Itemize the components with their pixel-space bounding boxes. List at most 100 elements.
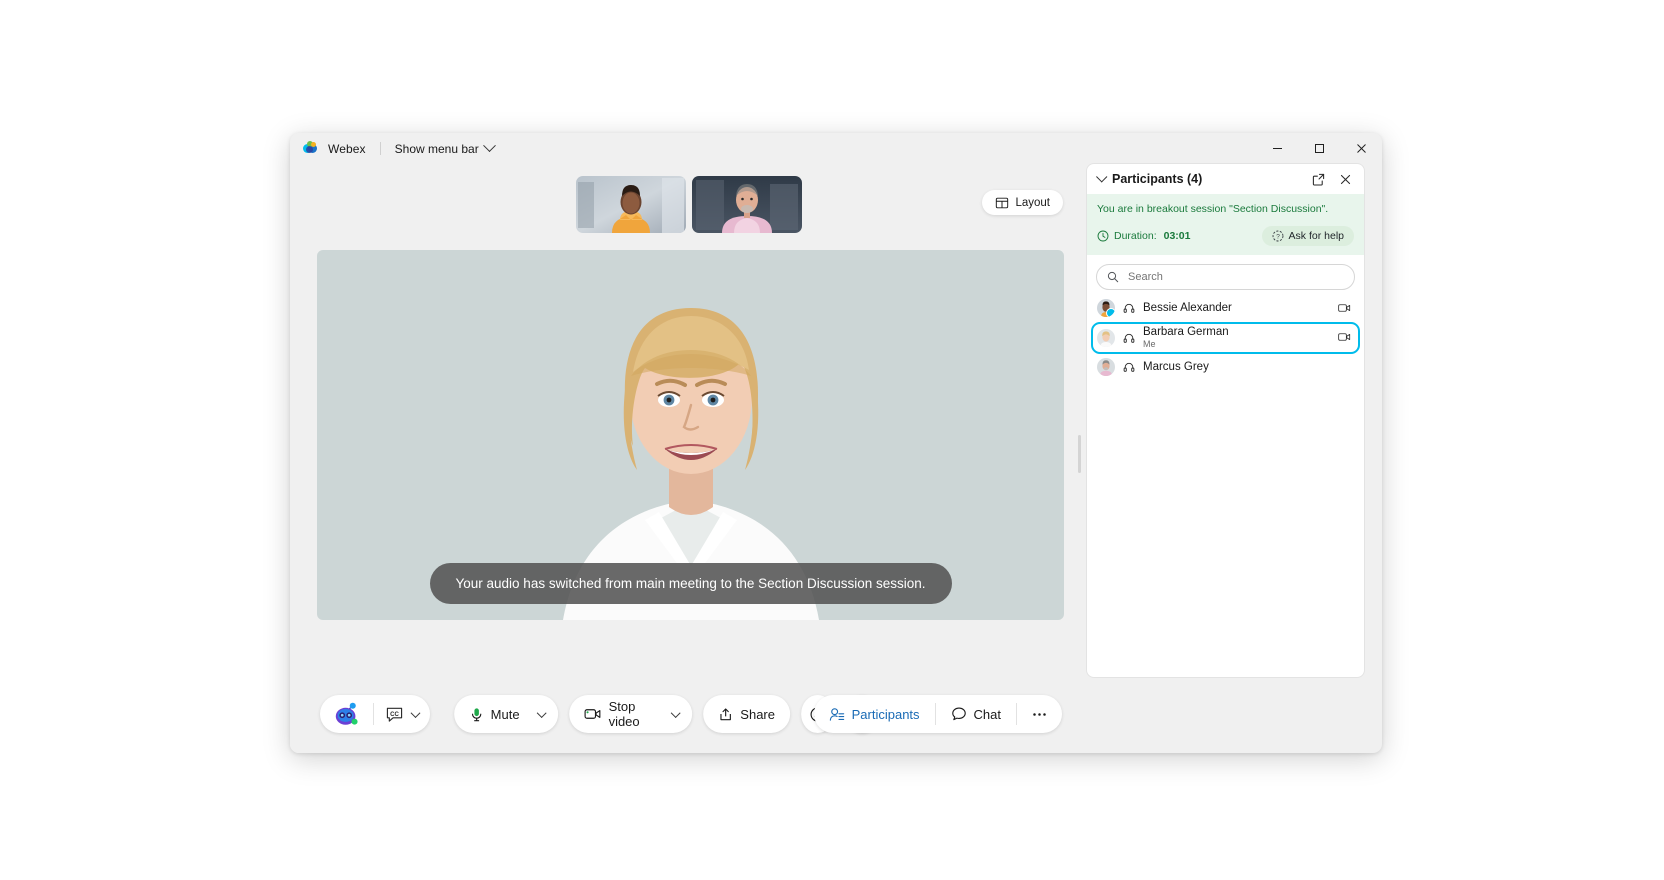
ask-for-help-label: Ask for help bbox=[1288, 229, 1344, 242]
participant-filmstrip bbox=[290, 164, 1087, 242]
stop-video-button[interactable]: Stop video bbox=[570, 695, 669, 733]
app-title: Webex bbox=[328, 141, 366, 156]
assistant-toolbar-group: CC bbox=[320, 695, 430, 733]
help-icon: ? bbox=[1272, 230, 1284, 242]
participants-icon bbox=[829, 707, 845, 722]
active-speaker-video[interactable]: Your audio has switched from main meetin… bbox=[317, 250, 1064, 620]
share-label: Share bbox=[740, 706, 775, 722]
participant-row-marcus-grey[interactable]: Marcus Grey bbox=[1091, 355, 1360, 380]
stop-video-label: Stop video bbox=[608, 699, 640, 729]
ask-for-help-button[interactable]: ? Ask for help bbox=[1261, 225, 1354, 246]
participant-names: Marcus Grey bbox=[1143, 361, 1351, 374]
minimize-button[interactable] bbox=[1256, 133, 1298, 164]
participants-panel-header: Participants (4) bbox=[1087, 164, 1364, 194]
mute-pill: Mute bbox=[453, 695, 559, 733]
participant-row-barbara-german[interactable]: Barbara German Me bbox=[1091, 321, 1360, 354]
window-controls bbox=[1256, 133, 1382, 164]
svg-text:CC: CC bbox=[390, 711, 399, 717]
participant-row-bessie-alexander[interactable]: Bessie Alexander bbox=[1091, 296, 1360, 321]
participants-button[interactable]: Participants bbox=[814, 695, 935, 733]
mute-button[interactable]: Mute bbox=[454, 695, 535, 733]
maximize-button[interactable] bbox=[1298, 133, 1340, 164]
participant-names: Bessie Alexander bbox=[1143, 302, 1330, 315]
breakout-duration: Duration: 03:01 bbox=[1097, 230, 1262, 242]
status-badge bbox=[1106, 308, 1115, 318]
headset-icon bbox=[1123, 302, 1135, 314]
meeting-toolbar: CC Mute Stop video Share Participants Ch… bbox=[290, 677, 1087, 753]
show-menu-bar-label: Show menu bar bbox=[394, 141, 479, 156]
search-icon bbox=[1107, 271, 1119, 283]
share-screen-icon bbox=[718, 707, 733, 722]
chat-button[interactable]: Chat bbox=[936, 695, 1016, 733]
layout-label: Layout bbox=[1015, 196, 1050, 209]
webex-logo-icon bbox=[303, 141, 318, 156]
video-pill: Stop video bbox=[569, 695, 693, 733]
meeting-stage: Layout Your audio has switched from main… bbox=[290, 164, 1087, 753]
assistant-pill: CC bbox=[320, 695, 430, 733]
assistant-button[interactable] bbox=[320, 695, 373, 733]
mute-label: Mute bbox=[490, 706, 520, 722]
panel-close-button[interactable] bbox=[1335, 169, 1355, 189]
video-options-button[interactable] bbox=[668, 695, 692, 733]
layout-button[interactable]: Layout bbox=[982, 190, 1063, 215]
participant-subtitle: Me bbox=[1143, 338, 1156, 349]
participants-label: Participants bbox=[851, 706, 920, 722]
microphone-icon bbox=[469, 707, 484, 722]
camera-off-icon bbox=[1338, 302, 1351, 315]
panel-title: Participants (4) bbox=[1112, 172, 1203, 186]
share-button[interactable]: Share bbox=[703, 695, 790, 733]
chevron-down-icon bbox=[537, 707, 548, 718]
chevron-down-icon bbox=[670, 707, 681, 718]
chevron-down-icon[interactable] bbox=[1096, 171, 1108, 183]
participant-names: Barbara German Me bbox=[1143, 326, 1330, 350]
participants-search-area bbox=[1087, 255, 1364, 296]
headset-icon bbox=[1123, 361, 1135, 373]
participant-thumbnail-1[interactable] bbox=[575, 176, 686, 233]
window-body: Layout Your audio has switched from main… bbox=[290, 164, 1382, 753]
participant-name: Marcus Grey bbox=[1143, 360, 1209, 373]
chat-label: Chat bbox=[973, 706, 1001, 722]
participant-thumbnail-2[interactable] bbox=[691, 176, 802, 233]
panel-pill: Participants Chat bbox=[813, 695, 1062, 733]
audio-switch-toast: Your audio has switched from main meetin… bbox=[429, 563, 952, 604]
side-panel-wrapper: Participants (4) You are in breakout ses… bbox=[1078, 164, 1382, 753]
closed-captions-button[interactable]: CC bbox=[374, 695, 430, 733]
avatar bbox=[1097, 328, 1115, 347]
avatar bbox=[1097, 299, 1115, 318]
breakout-status-row: Duration: 03:01 ? Ask for help bbox=[1097, 225, 1354, 246]
closed-captions-icon: CC bbox=[386, 706, 403, 723]
chat-bubble-icon bbox=[951, 706, 967, 722]
assistant-bot-icon bbox=[333, 702, 360, 727]
duration-label: Duration: bbox=[1114, 229, 1157, 242]
participant-name: Bessie Alexander bbox=[1143, 301, 1232, 314]
panel-more-button[interactable] bbox=[1017, 695, 1062, 733]
participant-name: Barbara German bbox=[1143, 325, 1229, 338]
panel-controls-group: Participants Chat bbox=[813, 695, 1062, 733]
title-bar-left: Webex Show menu bar bbox=[290, 139, 496, 156]
more-options-icon bbox=[1031, 712, 1048, 717]
panel-resize-handle[interactable] bbox=[1078, 435, 1081, 473]
layout-icon bbox=[995, 196, 1009, 210]
camera-off-icon bbox=[1338, 331, 1351, 344]
close-button[interactable] bbox=[1340, 133, 1382, 164]
share-pill: Share bbox=[703, 695, 790, 733]
svg-text:?: ? bbox=[1276, 233, 1280, 240]
pop-out-button[interactable] bbox=[1308, 169, 1328, 189]
duration-value: 03:01 bbox=[1163, 229, 1191, 242]
clock-icon bbox=[1097, 230, 1109, 242]
headset-icon bbox=[1123, 332, 1135, 344]
search-box[interactable] bbox=[1096, 263, 1355, 290]
participants-panel: Participants (4) You are in breakout ses… bbox=[1078, 164, 1364, 677]
avatar bbox=[1097, 358, 1115, 377]
participants-list: Bessie Alexander Barbara German Me Marcu… bbox=[1087, 296, 1364, 677]
chevron-down-icon bbox=[482, 139, 496, 153]
chevron-down-icon bbox=[410, 707, 421, 718]
search-input[interactable] bbox=[1126, 269, 1344, 284]
mute-options-button[interactable] bbox=[535, 695, 559, 733]
title-bar: Webex Show menu bar bbox=[290, 133, 1382, 164]
camera-icon bbox=[584, 707, 602, 721]
breakout-message: You are in breakout session "Section Dis… bbox=[1097, 203, 1329, 215]
title-divider bbox=[379, 142, 381, 155]
breakout-session-banner: You are in breakout session "Section Dis… bbox=[1087, 194, 1364, 255]
show-menu-bar-button[interactable]: Show menu bar bbox=[394, 139, 496, 156]
